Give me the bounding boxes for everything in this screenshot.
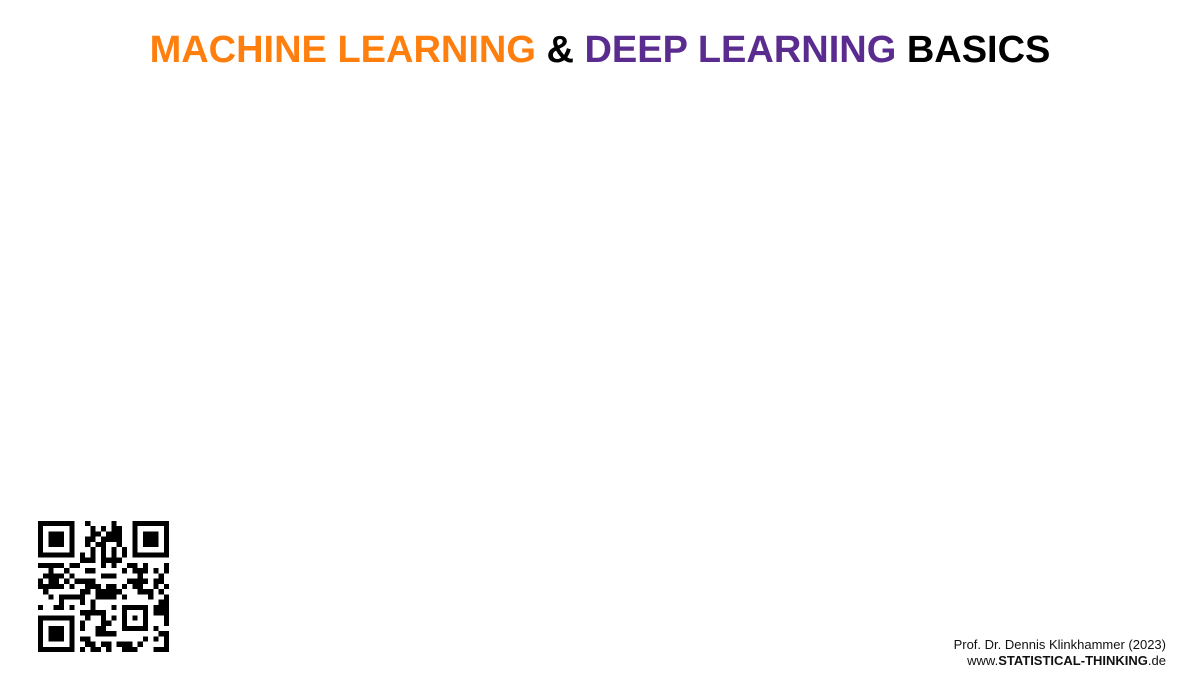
url-domain: STATISTICAL-THINKING [998,653,1148,668]
website-link[interactable]: www.STATISTICAL-THINKING.de [954,653,1166,669]
url-prefix: www. [967,653,999,668]
title-part-deep-learning: DEEP LEARNING [584,29,897,71]
title-part-machine-learning: MACHINE LEARNING [149,29,536,71]
page-title: MACHINE LEARNING & DEEP LEARNING BASICS [0,28,1200,72]
author-credit: Prof. Dr. Dennis Klinkhammer (2023) [953,637,1166,652]
url-suffix: .de [1147,653,1166,668]
footer-credit: Prof. Dr. Dennis Klinkhammer (2023) www.… [954,637,1166,669]
title-ampersand: & [535,29,585,71]
title-part-basics: BASICS [896,29,1051,71]
qr-code-icon [38,521,169,652]
